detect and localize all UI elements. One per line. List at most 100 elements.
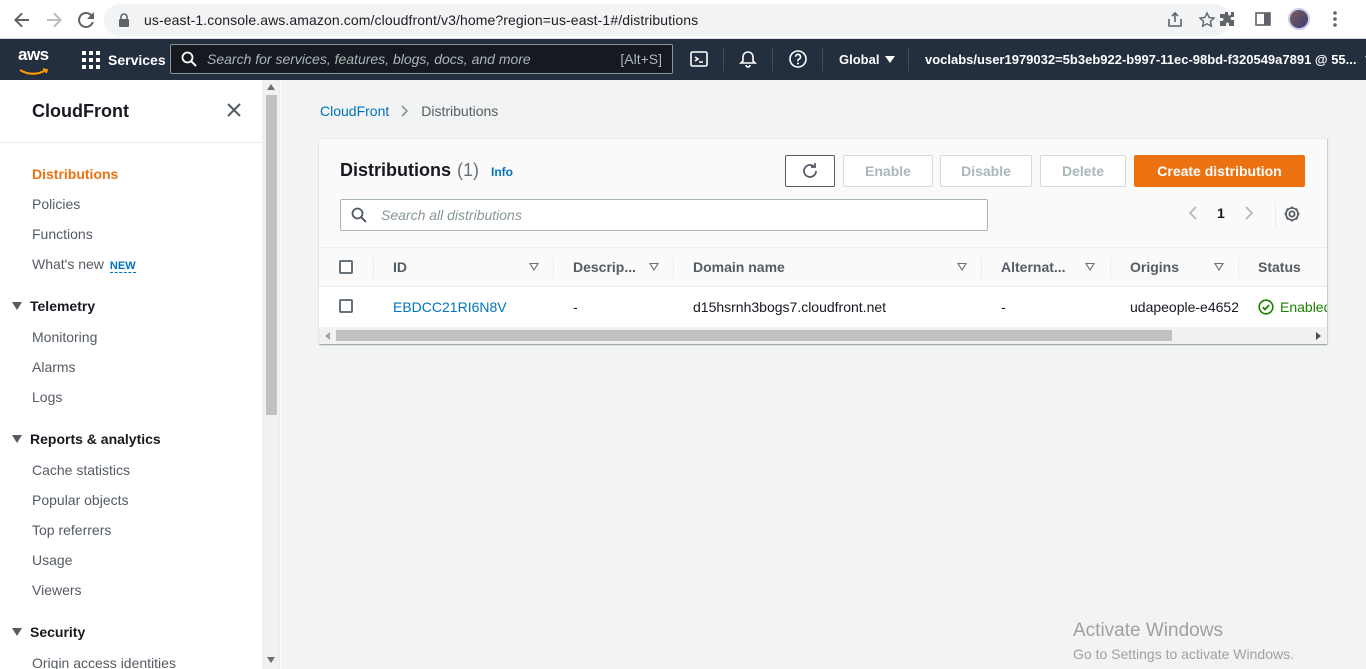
sidebar-item-policies[interactable]: Policies: [32, 196, 80, 212]
column-label: Alternat...: [1001, 259, 1066, 275]
sidebar-item-logs[interactable]: Logs: [32, 389, 62, 405]
sidebar-section-telemetry[interactable]: Telemetry: [12, 298, 95, 314]
column-header-domain-name[interactable]: Domain name: [693, 248, 967, 286]
scroll-thumb[interactable]: [336, 330, 1172, 341]
sort-icon: [1214, 263, 1224, 271]
enable-button[interactable]: Enable: [843, 155, 933, 187]
breadcrumb-cloudfront[interactable]: CloudFront: [320, 103, 389, 119]
chevron-left-icon[interactable]: [1189, 206, 1197, 220]
panel-title: Distributions (1) Info: [340, 160, 513, 181]
address-bar[interactable]: us-east-1.console.aws.amazon.com/cloudfr…: [104, 4, 1230, 36]
panel-title-text: Distributions: [340, 160, 451, 180]
origins-cell: udapeople-e4652: [1130, 299, 1238, 315]
scroll-left-icon[interactable]: [325, 332, 330, 340]
bookmark-star-icon[interactable]: [1198, 11, 1216, 29]
page-number[interactable]: 1: [1217, 205, 1225, 221]
select-all-checkbox[interactable]: [339, 260, 353, 274]
caret-down-icon: [885, 55, 896, 63]
sidepanel-icon[interactable]: [1252, 8, 1274, 30]
column-label: Descrip...: [573, 259, 637, 275]
alternate-domain-cell: -: [1001, 299, 1006, 315]
search-icon: [181, 51, 197, 67]
help-icon[interactable]: [788, 49, 808, 69]
pagination: 1: [1189, 205, 1253, 221]
info-link[interactable]: Info: [491, 165, 513, 179]
disable-button[interactable]: Disable: [940, 155, 1032, 187]
row-checkbox[interactable]: [339, 299, 353, 313]
breadcrumb-current: Distributions: [421, 103, 499, 119]
check-circle-icon: [1258, 299, 1274, 315]
services-grid-icon: [82, 50, 100, 69]
sidebar-item-monitoring[interactable]: Monitoring: [32, 329, 97, 345]
browser-menu-icon[interactable]: [1324, 8, 1346, 30]
create-distribution-button[interactable]: Create distribution: [1134, 155, 1305, 187]
global-search-input[interactable]: Search for services, features, blogs, do…: [170, 44, 673, 74]
column-label: ID: [393, 259, 407, 275]
sidebar-item-cache-statistics[interactable]: Cache statistics: [32, 462, 130, 478]
scroll-thumb[interactable]: [266, 95, 277, 415]
forward-icon[interactable]: [39, 5, 69, 35]
global-search-placeholder: Search for services, features, blogs, do…: [207, 51, 531, 67]
share-icon[interactable]: [1166, 11, 1184, 29]
domain-name-cell: d15hsrnh3bogs7.cloudfront.net: [693, 299, 887, 315]
sidebar-item-popular-objects[interactable]: Popular objects: [32, 492, 129, 508]
watermark-title: Activate Windows: [1073, 620, 1223, 641]
sidebar-item-viewers[interactable]: Viewers: [32, 582, 82, 598]
gear-icon[interactable]: [1283, 205, 1301, 223]
scroll-down-icon[interactable]: [267, 657, 275, 663]
back-icon[interactable]: [7, 5, 37, 35]
sidebar-item-functions[interactable]: Functions: [32, 226, 93, 242]
column-header-id[interactable]: ID: [393, 248, 539, 286]
distribution-search-input[interactable]: Search all distributions: [340, 199, 988, 231]
close-icon[interactable]: [226, 102, 242, 118]
watermark-subtitle: Go to Settings to activate Windows.: [1073, 646, 1294, 662]
table-horizontal-scrollbar[interactable]: [319, 327, 1327, 344]
table-row[interactable]: EBDCC21RI6N8V - d15hsrnh3bogs7.cloudfron…: [319, 287, 1327, 327]
refresh-button[interactable]: [785, 155, 835, 187]
windows-activation-watermark: Activate Windows Go to Settings to activ…: [1073, 620, 1294, 662]
sidebar-section-reports[interactable]: Reports & analytics: [12, 431, 161, 447]
profile-avatar[interactable]: [1288, 8, 1310, 30]
sidebar-item-usage[interactable]: Usage: [32, 552, 72, 568]
region-selector[interactable]: Global: [839, 39, 896, 80]
section-label: Telemetry: [30, 298, 96, 314]
services-menu[interactable]: Services: [82, 39, 166, 80]
search-shortcut: [Alt+S]: [620, 51, 662, 67]
account-menu[interactable]: voclabs/user1979032=5b3eb922-b997-11ec-9…: [925, 39, 1366, 80]
delete-button[interactable]: Delete: [1040, 155, 1126, 187]
scroll-right-icon[interactable]: [1316, 332, 1321, 340]
sidebar-section-security[interactable]: Security: [12, 624, 85, 640]
column-header-status[interactable]: Status: [1258, 248, 1327, 286]
region-label: Global: [839, 52, 880, 67]
distributions-panel: Distributions (1) Info Enable Disable De…: [319, 138, 1327, 344]
column-label: Status: [1258, 259, 1301, 275]
aws-logo[interactable]: aws: [18, 46, 50, 75]
column-header-alternate[interactable]: Alternat...: [1001, 248, 1095, 286]
extensions-icon[interactable]: [1216, 8, 1238, 30]
column-header-origins[interactable]: Origins: [1130, 248, 1224, 286]
sidebar-item-distributions[interactable]: Distributions: [32, 166, 118, 182]
notifications-bell-icon[interactable]: [738, 49, 758, 69]
distribution-count: (1): [457, 160, 479, 180]
panel-header: Distributions (1) Info Enable Disable De…: [319, 139, 1327, 247]
sidebar: CloudFront Distributions Policies Functi…: [0, 80, 263, 669]
scroll-up-icon[interactable]: [267, 84, 275, 90]
distribution-id-link[interactable]: EBDCC21RI6N8V: [393, 287, 543, 327]
account-label: voclabs/user1979032=5b3eb922-b997-11ec-9…: [925, 52, 1357, 67]
cloudshell-icon[interactable]: [689, 49, 709, 69]
new-badge: NEW: [109, 260, 136, 273]
column-label: Origins: [1130, 259, 1180, 275]
sidebar-item-origin-access-identities[interactable]: Origin access identities: [32, 655, 176, 669]
chevron-right-icon[interactable]: [1245, 206, 1253, 220]
sidebar-item-alarms[interactable]: Alarms: [32, 359, 76, 375]
reload-icon[interactable]: [71, 5, 101, 35]
search-icon: [351, 207, 367, 223]
breadcrumb: CloudFront Distributions: [320, 103, 498, 119]
column-label: Domain name: [693, 259, 785, 275]
description-cell: -: [573, 299, 578, 315]
sidebar-item-top-referrers[interactable]: Top referrers: [32, 522, 111, 538]
sort-icon: [1085, 263, 1095, 271]
sidebar-item-whats-new[interactable]: What's new NEW: [32, 256, 136, 273]
sidebar-scrollbar[interactable]: [263, 80, 280, 669]
column-header-description[interactable]: Descrip...: [573, 248, 659, 286]
